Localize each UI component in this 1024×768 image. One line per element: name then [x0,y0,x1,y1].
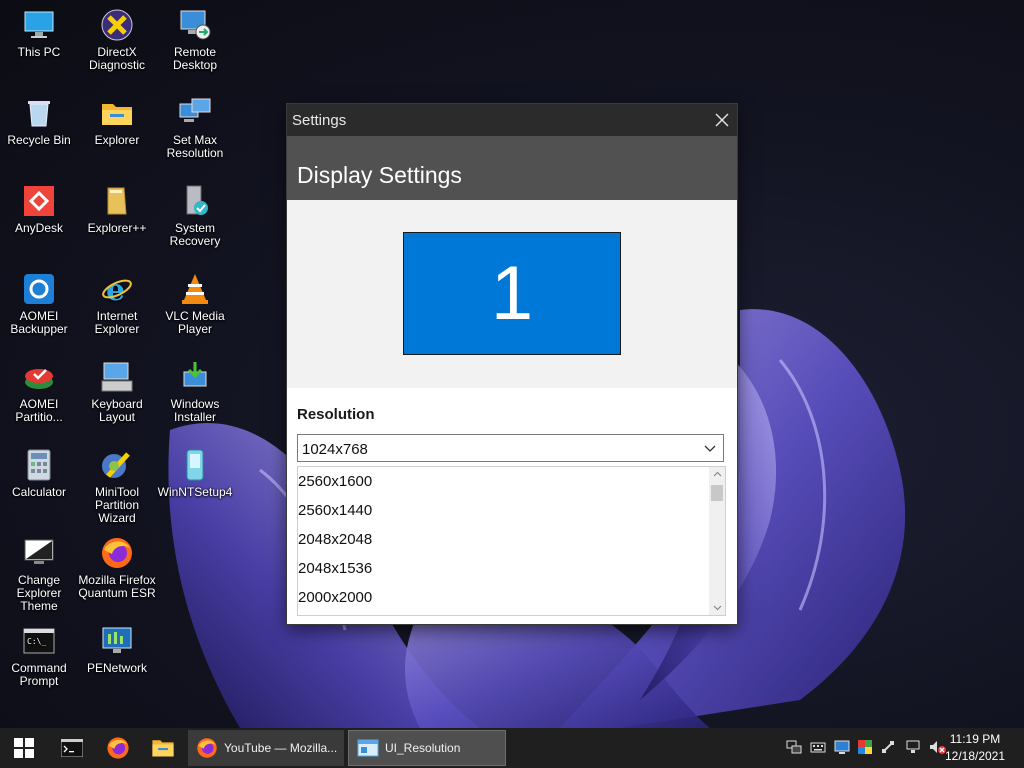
page-title: Display Settings [297,162,462,188]
directx-icon [101,9,133,41]
resolution-section: Resolution 1024x768 2560x1600 2560x1440 … [287,388,737,624]
minitool-icon [102,452,130,478]
taskbar-task-youtube-firefox[interactable]: YouTube — Mozilla... [188,730,344,766]
desktop-icon-vlc[interactable]: VLC Media Player [155,272,235,336]
usb-tray-icon[interactable] [880,739,896,755]
svg-text:C:\_: C:\_ [27,637,46,646]
resolution-options-list[interactable]: 2560x1600 2560x1440 2048x2048 2048x1536 … [297,466,726,616]
folder-plus-icon [107,187,127,215]
color-tray-icon[interactable] [857,739,873,755]
resolution-selected-value: 1024x768 [302,441,368,458]
start-button[interactable] [4,728,44,768]
desktop-icon-system-recovery[interactable]: System Recovery [155,184,235,248]
aomei-backupper-icon [24,274,54,304]
settings-window: Settings Display Settings 1 Resolution 1… [287,104,737,624]
resolution-option[interactable]: 2048x1536 [298,554,708,583]
computer-icon [24,11,54,38]
cmd-icon [61,739,83,757]
clock-time: 11:19 PM [949,732,1001,746]
windows-installer-icon [183,362,207,387]
task-label: YouTube — Mozilla... [224,741,338,755]
scroll-down-button[interactable] [709,601,725,615]
keyboard-icon [101,362,133,392]
chevron-down-icon [713,605,721,611]
aomei-partition-icon [25,369,53,389]
vlc-icon [182,274,208,304]
resolution-option[interactable]: 2000x2000 [298,583,708,612]
desktop-icon-minitool[interactable]: MiniTool Partition Wizard [77,448,157,525]
desktop-icon-penetwork[interactable]: PENetwork [77,624,157,675]
svg-text:e: e [106,273,125,306]
monitor-number: 1 [490,251,534,336]
anydesk-icon [24,186,54,216]
desktop-icon-windows-installer[interactable]: Windows Installer [155,360,235,424]
desktop-icon-aomei-backupper[interactable]: AOMEI Backupper [0,272,79,336]
desktop-icon-firefox[interactable]: Mozilla Firefox Quantum ESR [77,536,157,600]
desktop-icon-this-pc[interactable]: This PC [0,8,79,59]
desktop-icon-keyboard-layout[interactable]: Keyboard Layout [77,360,157,424]
window-title: Settings [292,112,347,129]
close-icon [715,113,729,127]
network-tray-icon[interactable] [786,739,802,755]
desktop-icon-set-max-resolution[interactable]: Set Max Resolution [155,96,235,160]
desktop-icon-aomei-partition[interactable]: AOMEI Partitio... [0,360,79,424]
taskbar-firefox-button[interactable] [100,728,136,768]
theme-icon [24,539,54,564]
folder-icon [152,740,174,757]
network-icon [102,627,132,653]
desktop-icon-directx[interactable]: DirectX Diagnostic [77,8,157,72]
scroll-up-button[interactable] [709,467,725,481]
monitor-tile[interactable]: 1 [403,232,621,355]
resolution-label: Resolution [297,406,375,423]
desktop-icon-internet-explorer[interactable]: e Internet Explorer [77,272,157,336]
desktop: This PC Recycle Bin AnyDesk AOMEI Backup… [0,0,1024,728]
taskbar-task-ui-resolution[interactable]: UI_Resolution [348,730,506,766]
resolution-dropdown[interactable]: 1024x768 [297,434,724,462]
chevron-down-icon [704,445,716,452]
taskbar-explorer-button[interactable] [145,728,181,768]
firefox-icon [102,538,132,568]
internet-explorer-icon: e [102,273,132,306]
windows-logo-icon [14,738,34,758]
taskbar: YouTube — Mozilla... UI_Resolution 11:19… [0,728,1024,768]
resolution-option[interactable]: 2560x1440 [298,496,708,525]
network-status-tray-icon[interactable] [905,739,921,755]
desktop-icon-change-explorer-theme[interactable]: Change Explorer Theme [0,536,79,613]
app-window-icon [357,739,379,757]
desktop-icon-explorer-plus[interactable]: Explorer++ [77,184,157,235]
scrollbar-thumb[interactable] [711,485,723,501]
desktop-icon-explorer[interactable]: Explorer [77,96,157,147]
folder-icon [102,104,132,125]
task-label: UI_Resolution [385,741,461,755]
desktop-icon-recycle-bin[interactable]: Recycle Bin [0,96,79,147]
desktop-icon-anydesk[interactable]: AnyDesk [0,184,79,235]
resolution-option[interactable]: 2560x1600 [298,467,708,496]
taskbar-cmd-button[interactable] [54,728,90,768]
keyboard-tray-icon[interactable] [810,739,826,755]
desktop-icon-winntsetup[interactable]: WinNTSetup4 [155,448,235,499]
window-titlebar[interactable]: Settings [287,104,737,136]
recycle-bin-icon [28,101,50,127]
resolution-option[interactable]: 2048x2048 [298,525,708,554]
system-recovery-icon [186,185,208,215]
settings-header: Display Settings [287,136,737,200]
clock-date: 12/18/2021 [944,749,1006,763]
cmd-icon: C:\_ [23,628,55,654]
remote-desktop-icon [180,10,211,40]
monitors-icon [179,98,211,122]
display-preview-area: 1 [287,200,737,388]
desktop-icon-command-prompt[interactable]: C:\_ Command Prompt [0,624,79,688]
taskbar-clock[interactable]: 11:19 PM 12/18/2021 [940,731,1010,765]
firefox-icon [197,738,217,758]
desktop-icon-calculator[interactable]: Calculator [0,448,79,499]
chevron-up-icon [713,471,721,477]
firefox-icon [107,737,129,759]
calculator-icon [27,449,51,481]
close-button[interactable] [707,104,737,136]
display-tray-icon[interactable] [834,739,850,755]
desktop-icon-remote-desktop[interactable]: Remote Desktop [155,8,235,72]
options-scrollbar[interactable] [709,467,725,615]
winntsetup-icon [186,449,204,481]
